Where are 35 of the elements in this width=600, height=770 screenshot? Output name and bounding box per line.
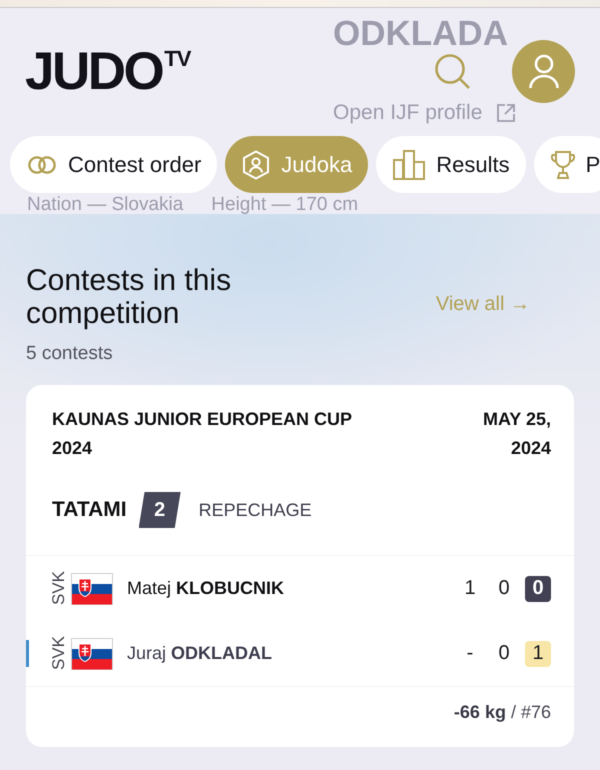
country-code: SVK [50, 571, 67, 606]
penalty-score: 1 [525, 640, 551, 666]
flag-icon [71, 638, 113, 670]
score: - [466, 642, 474, 665]
score: 1 [463, 577, 477, 600]
tatami-number: 2 [138, 492, 181, 528]
profile-detail: Nation — Slovakia [27, 196, 184, 214]
event-title: KAUNAS JUNIOR EUROPEAN CUP 2024 [52, 408, 353, 460]
penalty-score: 0 [525, 576, 551, 602]
section-title: Contests in this competition [26, 264, 232, 330]
competitor-name: Juraj ODKLADAL [127, 643, 272, 664]
hexagon-person-icon [242, 150, 270, 180]
trophy-icon [550, 150, 575, 180]
contest-count: 5 contests [26, 342, 113, 366]
competitor-name: Matej KLOBUCNIK [127, 578, 284, 599]
flag-icon [71, 572, 113, 604]
score: 0 [497, 642, 511, 665]
tab[interactable]: P [534, 136, 600, 193]
tab[interactable]: Contest order [10, 136, 218, 193]
external-link-icon [496, 103, 516, 123]
tab[interactable]: Results [376, 136, 526, 193]
search-icon [434, 54, 472, 90]
event-date: MAY 25, 2024 [482, 408, 551, 460]
score: 0 [497, 577, 511, 600]
bar-chart-icon [393, 150, 426, 180]
contest-card[interactable]: KAUNAS JUNIOR EUROPEAN CUP 2024 MAY 25, 2024 TATAMI 2 REPECHAGE SVK Matej KLOBUCNIK 1 0 0 SVK Juraj ODKLADAL - 0 1 -66 kg / #76 [26, 385, 574, 747]
country-code: SVK [50, 636, 67, 671]
user-icon [528, 54, 560, 90]
weight-category: -66 kg / #76 [454, 701, 551, 724]
search-button[interactable] [434, 54, 472, 90]
round-label: REPECHAGE [198, 500, 312, 520]
rings-icon [27, 154, 57, 174]
profile-detail: Height — 170 cm [211, 196, 358, 214]
athlete-name: ODKLADA [333, 18, 508, 50]
tatami-label: TATAMI [52, 498, 127, 522]
